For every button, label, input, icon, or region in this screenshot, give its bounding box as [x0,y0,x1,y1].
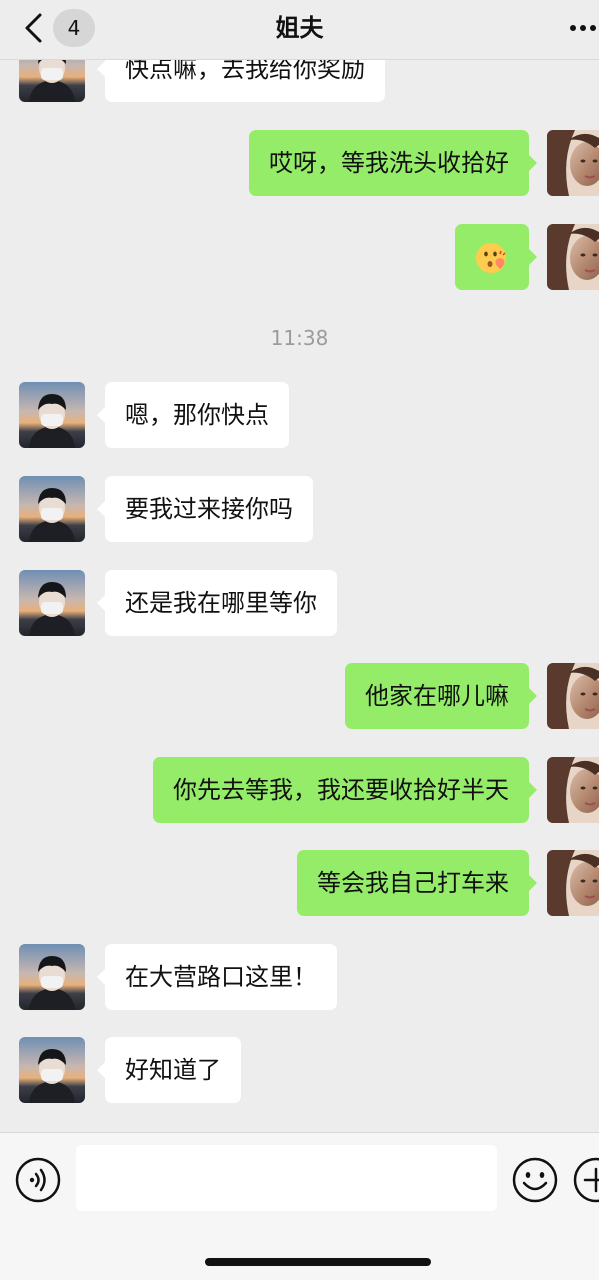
voice-icon[interactable] [15,1157,61,1203]
chat-header: 4 姐夫 [0,0,599,60]
message-row: 哎呀，等我洗头收拾好 [0,130,599,200]
message-bubble[interactable]: 要我过来接你吗 [97,476,313,542]
message-row: 在大营路口这里！ [0,944,599,1014]
message-row: 好知道了 [0,1037,599,1107]
message-row: 还是我在哪里等你 [0,570,599,640]
message-bubble[interactable]: 等会我自己打车来 [297,850,537,916]
plus-icon[interactable] [573,1157,599,1203]
message-row: 快点嘛，去我给你奖励 [0,60,599,106]
home-indicator[interactable] [205,1258,431,1266]
contact-avatar[interactable] [19,1037,85,1103]
my-avatar[interactable] [547,850,599,916]
message-row: 你先去等我，我还要收拾好半天 [0,757,599,827]
contact-avatar[interactable] [19,382,85,448]
message-input[interactable] [76,1145,497,1211]
emoji-icon[interactable] [512,1157,558,1203]
message-row: 嗯，那你快点 [0,382,599,452]
unread-count-badge[interactable]: 4 [53,9,95,47]
message-row: 他家在哪儿嘛 [0,663,599,733]
contact-avatar[interactable] [19,476,85,542]
message-bubble[interactable]: 他家在哪儿嘛 [345,663,537,729]
message-bubble[interactable]: 你先去等我，我还要收拾好半天 [153,757,537,823]
back-chevron-icon[interactable] [18,10,52,46]
more-dots-icon[interactable] [566,16,599,40]
contact-avatar[interactable] [19,944,85,1010]
message-row [0,224,599,294]
contact-avatar[interactable] [19,60,85,102]
message-row: 要我过来接你吗 [0,476,599,546]
chat-timestamp: 11:38 [270,326,329,350]
contact-avatar[interactable] [19,570,85,636]
message-row: 等会我自己打车来 [0,850,599,920]
message-bubble[interactable]: 还是我在哪里等你 [97,570,337,636]
my-avatar[interactable] [547,757,599,823]
my-avatar[interactable] [547,130,599,196]
emoji-message-bubble[interactable] [455,224,537,290]
message-bubble[interactable]: 哎呀，等我洗头收拾好 [249,130,537,196]
my-avatar[interactable] [547,224,599,290]
message-bubble[interactable]: 好知道了 [97,1037,241,1103]
message-bubble[interactable]: 嗯，那你快点 [97,382,289,448]
message-bubble[interactable]: 在大营路口这里！ [97,944,337,1010]
message-list[interactable]: 快点嘛，去我给你奖励 哎呀，等我洗头收拾好 11:38 嗯，那你快点 要我过来接… [0,60,599,1132]
blowing-kiss-emoji-icon [476,243,506,273]
my-avatar[interactable] [547,663,599,729]
message-bubble[interactable]: 快点嘛，去我给你奖励 [97,60,385,102]
